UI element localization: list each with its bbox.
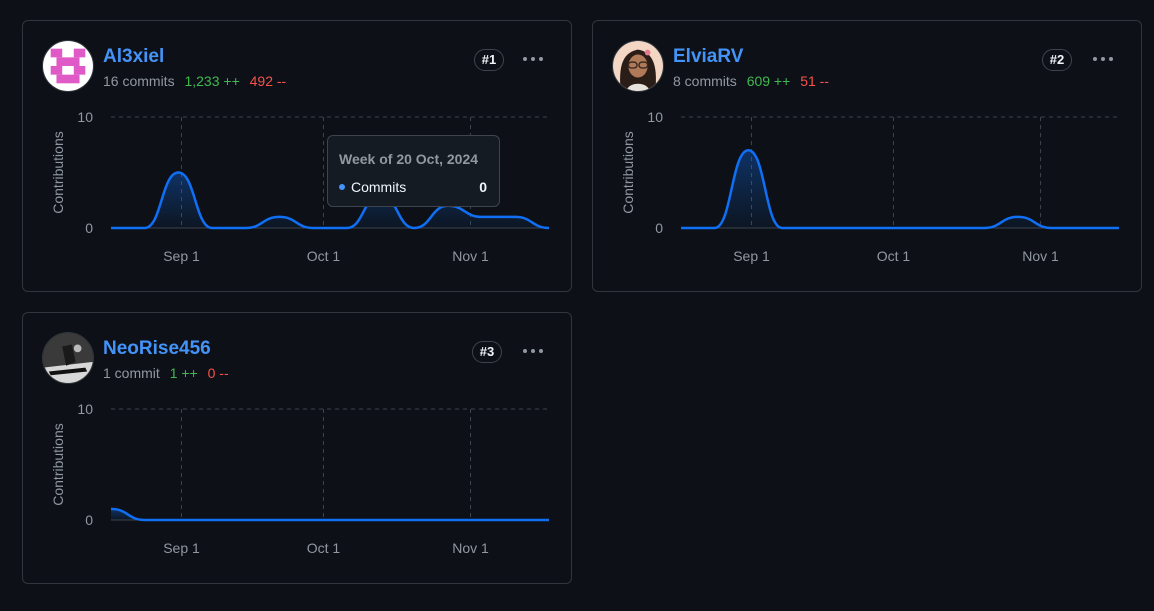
deletions-count: 0 -- [207, 365, 229, 381]
y-tick-label: 10 [647, 109, 663, 125]
contributor-stats: 8 commits 609 ++ 51 -- [673, 73, 829, 89]
commit-count[interactable]: 1 commit [103, 365, 160, 381]
x-tick-label: Sep 1 [163, 248, 200, 264]
commit-count[interactable]: 8 commits [673, 73, 737, 89]
y-tick-label: 0 [655, 220, 663, 236]
contributor-card: NeoRise456 1 commit 1 ++ 0 -- #3 0 10 Cont… [22, 312, 572, 584]
tooltip-row: Commits 0 [339, 179, 487, 195]
contributor-avatar[interactable] [42, 332, 94, 384]
rank-badge: #3 [472, 341, 502, 363]
y-tick-label: 10 [77, 109, 93, 125]
contributor-card: Al3xiel 16 commits 1,233 ++ 492 -- #1 0 1… [22, 20, 572, 292]
pink-identicon-avatar-icon [43, 41, 93, 91]
more-options-button[interactable] [1088, 47, 1118, 71]
y-axis-label: Contributions [50, 131, 66, 214]
deletions-count: 51 -- [800, 73, 829, 89]
series-dot-icon [339, 184, 345, 191]
x-tick-label: Sep 1 [733, 248, 770, 264]
contributor-stats: 16 commits 1,233 ++ 492 -- [103, 73, 286, 89]
portrait-avatar-icon [613, 41, 663, 91]
contributor-avatar[interactable] [42, 40, 94, 92]
tooltip-value: 0 [479, 179, 487, 195]
x-tick-label: Oct 1 [877, 248, 911, 264]
deletions-count: 492 -- [249, 73, 287, 89]
chart-svg: 0 10 Contributions Sep 1 Oct 1 Nov 1 [50, 401, 550, 556]
contributor-stats: 1 commit 1 ++ 0 -- [103, 365, 229, 381]
tooltip-label: Commits [351, 179, 407, 195]
y-tick-label: 0 [85, 512, 93, 528]
x-tick-label: Sep 1 [163, 540, 200, 556]
more-options-button[interactable] [518, 47, 548, 71]
kebab-horizontal-icon [523, 349, 543, 353]
contributor-username-link[interactable]: ElviaRV [673, 46, 743, 68]
commit-count[interactable]: 16 commits [103, 73, 175, 89]
kebab-horizontal-icon [1093, 57, 1113, 61]
contribution-chart[interactable]: 0 10 Contributions Sep 1 Oct 1 Nov 1 [593, 106, 1141, 286]
rank-badge: #1 [474, 49, 504, 71]
chart-tooltip: Week of 20 Oct, 2024 Commits 0 [327, 135, 500, 207]
x-tick-label: Oct 1 [307, 248, 341, 264]
chart-svg: 0 10 Contributions Sep 1 Oct 1 Nov 1 [620, 109, 1120, 264]
contributor-card: ElviaRV 8 commits 609 ++ 51 -- #2 0 10 Con… [592, 20, 1142, 292]
additions-count: 609 ++ [746, 73, 791, 89]
additions-count: 1,233 ++ [184, 73, 240, 89]
x-tick-label: Oct 1 [307, 540, 341, 556]
more-options-button[interactable] [518, 339, 548, 363]
rank-badge: #2 [1042, 49, 1072, 71]
contributor-avatar[interactable] [612, 40, 664, 92]
y-tick-label: 10 [77, 401, 93, 417]
series-line [110, 507, 549, 522]
y-tick-label: 0 [85, 220, 93, 236]
series-area [111, 508, 549, 520]
contributor-username-link[interactable]: Al3xiel [103, 46, 164, 68]
y-axis-label: Contributions [620, 131, 636, 214]
contributor-username-link[interactable]: NeoRise456 [103, 338, 211, 360]
contribution-chart[interactable]: 0 10 Contributions Sep 1 Oct 1 Nov 1 [23, 398, 571, 578]
x-tick-label: Nov 1 [452, 540, 489, 556]
series-area [681, 150, 1119, 228]
tooltip-title: Week of 20 Oct, 2024 [339, 151, 479, 167]
kebab-horizontal-icon [523, 57, 543, 61]
y-axis-label: Contributions [50, 423, 66, 506]
x-tick-label: Nov 1 [452, 248, 489, 264]
x-tick-label: Nov 1 [1022, 248, 1059, 264]
photo-avatar-icon [43, 333, 93, 383]
additions-count: 1 ++ [169, 365, 198, 381]
